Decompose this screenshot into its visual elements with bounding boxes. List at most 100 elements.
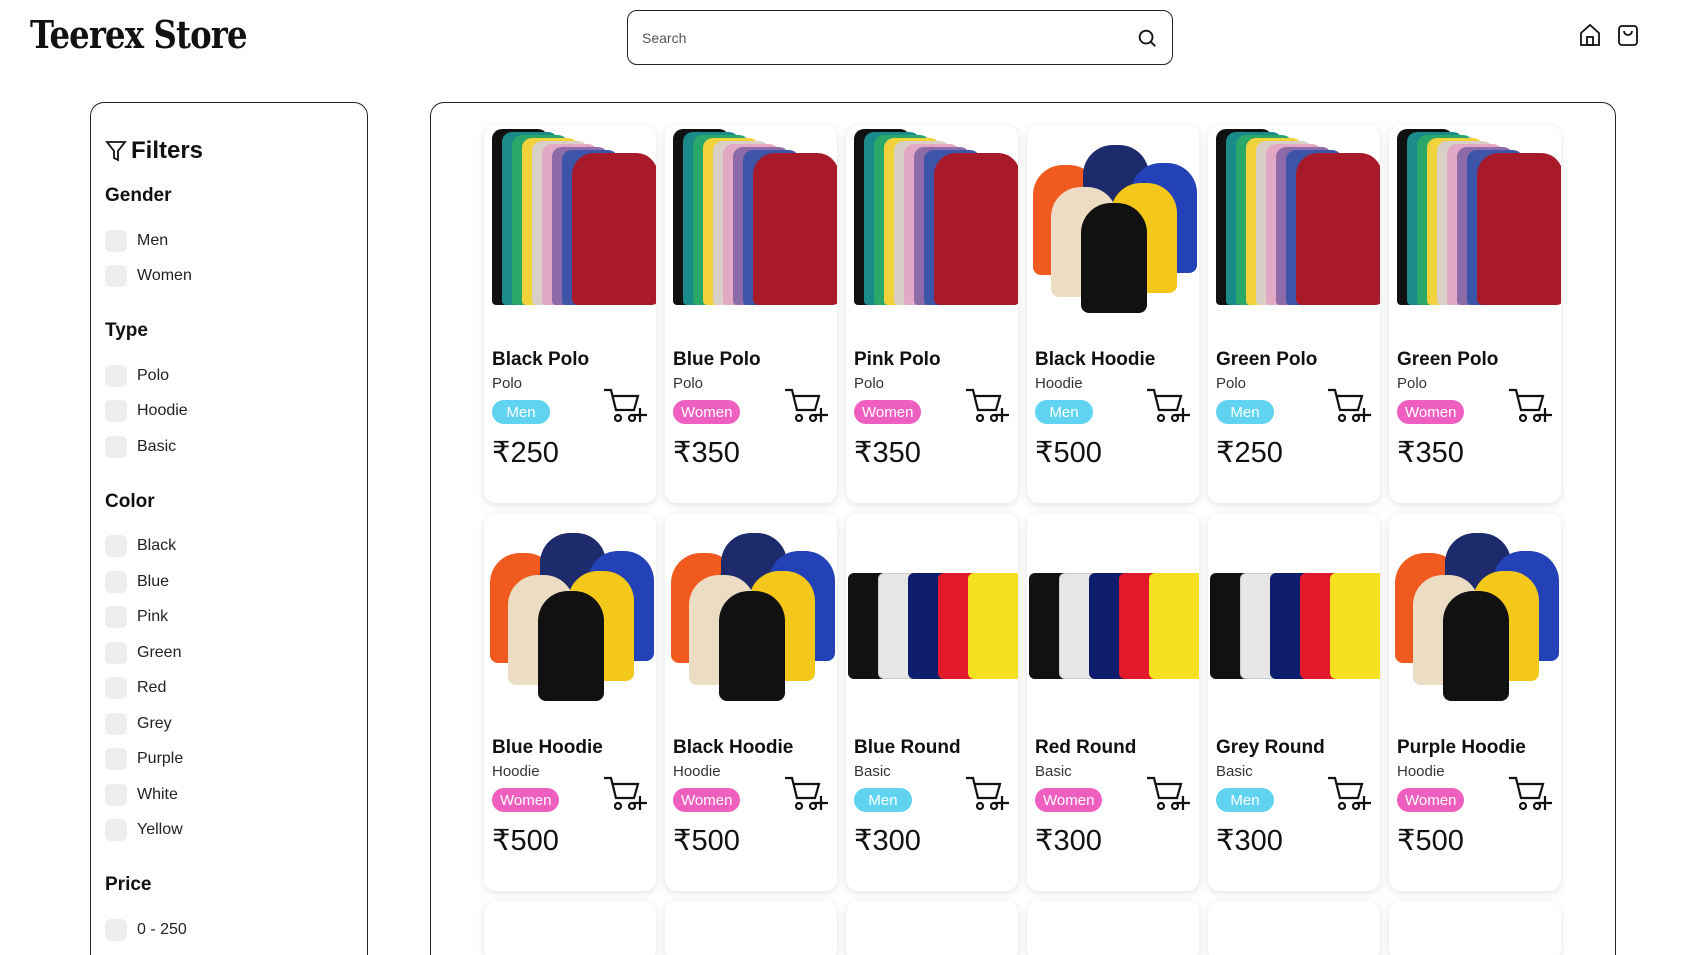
product-name: Pink Polo [854, 349, 941, 370]
product-card[interactable] [1389, 901, 1561, 955]
filters-panel: Filters Gender Men Women Type Polo Hoodie Basi… [90, 102, 368, 955]
product-card[interactable]: Black Hoodie Hoodie Men ₹500 [1027, 125, 1199, 503]
add-to-cart-icon[interactable] [1326, 774, 1372, 814]
product-name: Green Polo [1397, 349, 1499, 370]
product-card[interactable]: Green Polo Polo Women ₹350 [1389, 125, 1561, 503]
product-card[interactable] [1027, 901, 1199, 955]
product-card[interactable] [846, 901, 1018, 955]
gender-badge: Women [1397, 788, 1465, 812]
product-type: Polo [1216, 375, 1247, 392]
product-card[interactable]: Black Polo Polo Men ₹250 [484, 125, 656, 503]
product-card[interactable]: Red Round Basic Women ₹300 [1027, 513, 1199, 891]
filter-checkbox[interactable] [105, 918, 127, 941]
filter-option-label: 0 - 250 [137, 920, 187, 938]
filter-checkbox[interactable] [105, 819, 127, 842]
add-to-cart-icon[interactable] [1326, 386, 1372, 426]
filter-option[interactable]: Red [105, 671, 353, 707]
product-card[interactable]: Blue Polo Polo Women ₹350 [665, 125, 837, 503]
filter-option[interactable]: Men [105, 223, 353, 259]
gender-badge: Women [673, 788, 741, 812]
filter-option[interactable]: Grey [105, 706, 353, 742]
filter-group-type: Type Polo Hoodie Basic [105, 320, 353, 465]
filter-group-title: Type [105, 320, 148, 341]
filter-option[interactable]: Yellow [105, 813, 353, 849]
filter-option[interactable]: Green [105, 635, 353, 671]
add-to-cart-icon[interactable] [602, 386, 648, 426]
product-image [1027, 513, 1199, 725]
search-icon[interactable] [1136, 27, 1158, 49]
product-card[interactable]: Purple Hoodie Hoodie Women ₹500 [1389, 513, 1561, 891]
filter-group-title: Price [105, 874, 152, 895]
filter-checkbox[interactable] [105, 364, 127, 387]
add-to-cart-icon[interactable] [783, 386, 829, 426]
product-image [1208, 513, 1380, 725]
filter-checkbox[interactable] [105, 783, 127, 806]
gender-badge: Men [492, 400, 550, 424]
product-price: ₹500 [1035, 437, 1102, 469]
product-card[interactable]: Black Hoodie Hoodie Women ₹500 [665, 513, 837, 891]
filter-option-label: Yellow [137, 821, 183, 839]
filter-checkbox[interactable] [105, 229, 127, 252]
filter-option[interactable]: Black [105, 529, 353, 565]
product-card[interactable] [484, 901, 656, 955]
product-card[interactable]: Pink Polo Polo Women ₹350 [846, 125, 1018, 503]
product-card[interactable]: Blue Hoodie Hoodie Women ₹500 [484, 513, 656, 891]
filter-checkbox[interactable] [105, 748, 127, 771]
add-to-cart-icon[interactable] [1145, 386, 1191, 426]
filter-checkbox[interactable] [105, 265, 127, 288]
add-to-cart-icon[interactable] [964, 774, 1010, 814]
product-card[interactable]: Green Polo Polo Men ₹250 [1208, 125, 1380, 503]
add-to-cart-icon[interactable] [783, 774, 829, 814]
store-logo[interactable]: Teerex Store [30, 12, 248, 57]
filter-option-label: Red [137, 679, 167, 697]
product-card[interactable] [1208, 901, 1380, 955]
filter-checkbox[interactable] [105, 535, 127, 558]
product-type: Basic [854, 763, 891, 780]
product-type: Hoodie [673, 763, 721, 780]
filter-group-title: Color [105, 490, 155, 512]
gender-badge: Women [492, 788, 560, 812]
filter-option[interactable]: Blue [105, 564, 353, 600]
filter-checkbox[interactable] [105, 400, 127, 423]
filter-group-gender: Gender Men Women [105, 185, 353, 294]
product-card[interactable]: Blue Round Basic Men ₹300 [846, 513, 1018, 891]
home-icon[interactable] [1578, 22, 1602, 48]
filter-option[interactable]: Basic [105, 429, 353, 465]
product-card[interactable] [665, 901, 837, 955]
add-to-cart-icon[interactable] [1145, 774, 1191, 814]
filter-option[interactable]: Women [105, 259, 353, 295]
gender-badge: Women [1397, 400, 1465, 424]
filter-option[interactable]: 0 - 250 [105, 912, 353, 948]
filter-checkbox[interactable] [105, 570, 127, 593]
filter-checkbox[interactable] [105, 712, 127, 735]
filter-option[interactable]: Hoodie [105, 394, 353, 430]
filter-option[interactable]: Purple [105, 742, 353, 778]
product-image [846, 513, 1018, 725]
product-name: Blue Polo [673, 349, 761, 370]
add-to-cart-icon[interactable] [1507, 386, 1553, 426]
product-type: Basic [1035, 763, 1072, 780]
filter-checkbox[interactable] [105, 677, 127, 700]
add-to-cart-icon[interactable] [964, 386, 1010, 426]
filter-groups: Gender Men Women Type Polo Hoodie Basic Color Bl… [105, 185, 353, 948]
filter-checkbox[interactable] [105, 641, 127, 664]
product-image [665, 125, 837, 337]
product-name: Blue Hoodie [492, 737, 603, 758]
filter-option[interactable]: Polo [105, 358, 353, 394]
product-card[interactable]: Grey Round Basic Men ₹300 [1208, 513, 1380, 891]
filter-option[interactable]: Pink [105, 600, 353, 636]
filter-checkbox[interactable] [105, 435, 127, 458]
filter-checkbox[interactable] [105, 606, 127, 629]
product-name: Black Hoodie [1035, 349, 1156, 370]
product-type: Polo [492, 375, 523, 392]
product-type: Hoodie [1397, 763, 1445, 780]
search-input[interactable] [642, 29, 1136, 46]
filter-option[interactable]: White [105, 777, 353, 813]
product-grid: Black Polo Polo Men ₹250 Blue Polo Polo Women ₹… [484, 125, 1561, 955]
add-to-cart-icon[interactable] [1507, 774, 1553, 814]
product-price: ₹300 [1216, 825, 1283, 857]
filter-group-title: Gender [105, 185, 172, 206]
product-price: ₹500 [492, 825, 559, 857]
add-to-cart-icon[interactable] [602, 774, 648, 814]
shopping-bag-icon[interactable] [1616, 22, 1640, 48]
